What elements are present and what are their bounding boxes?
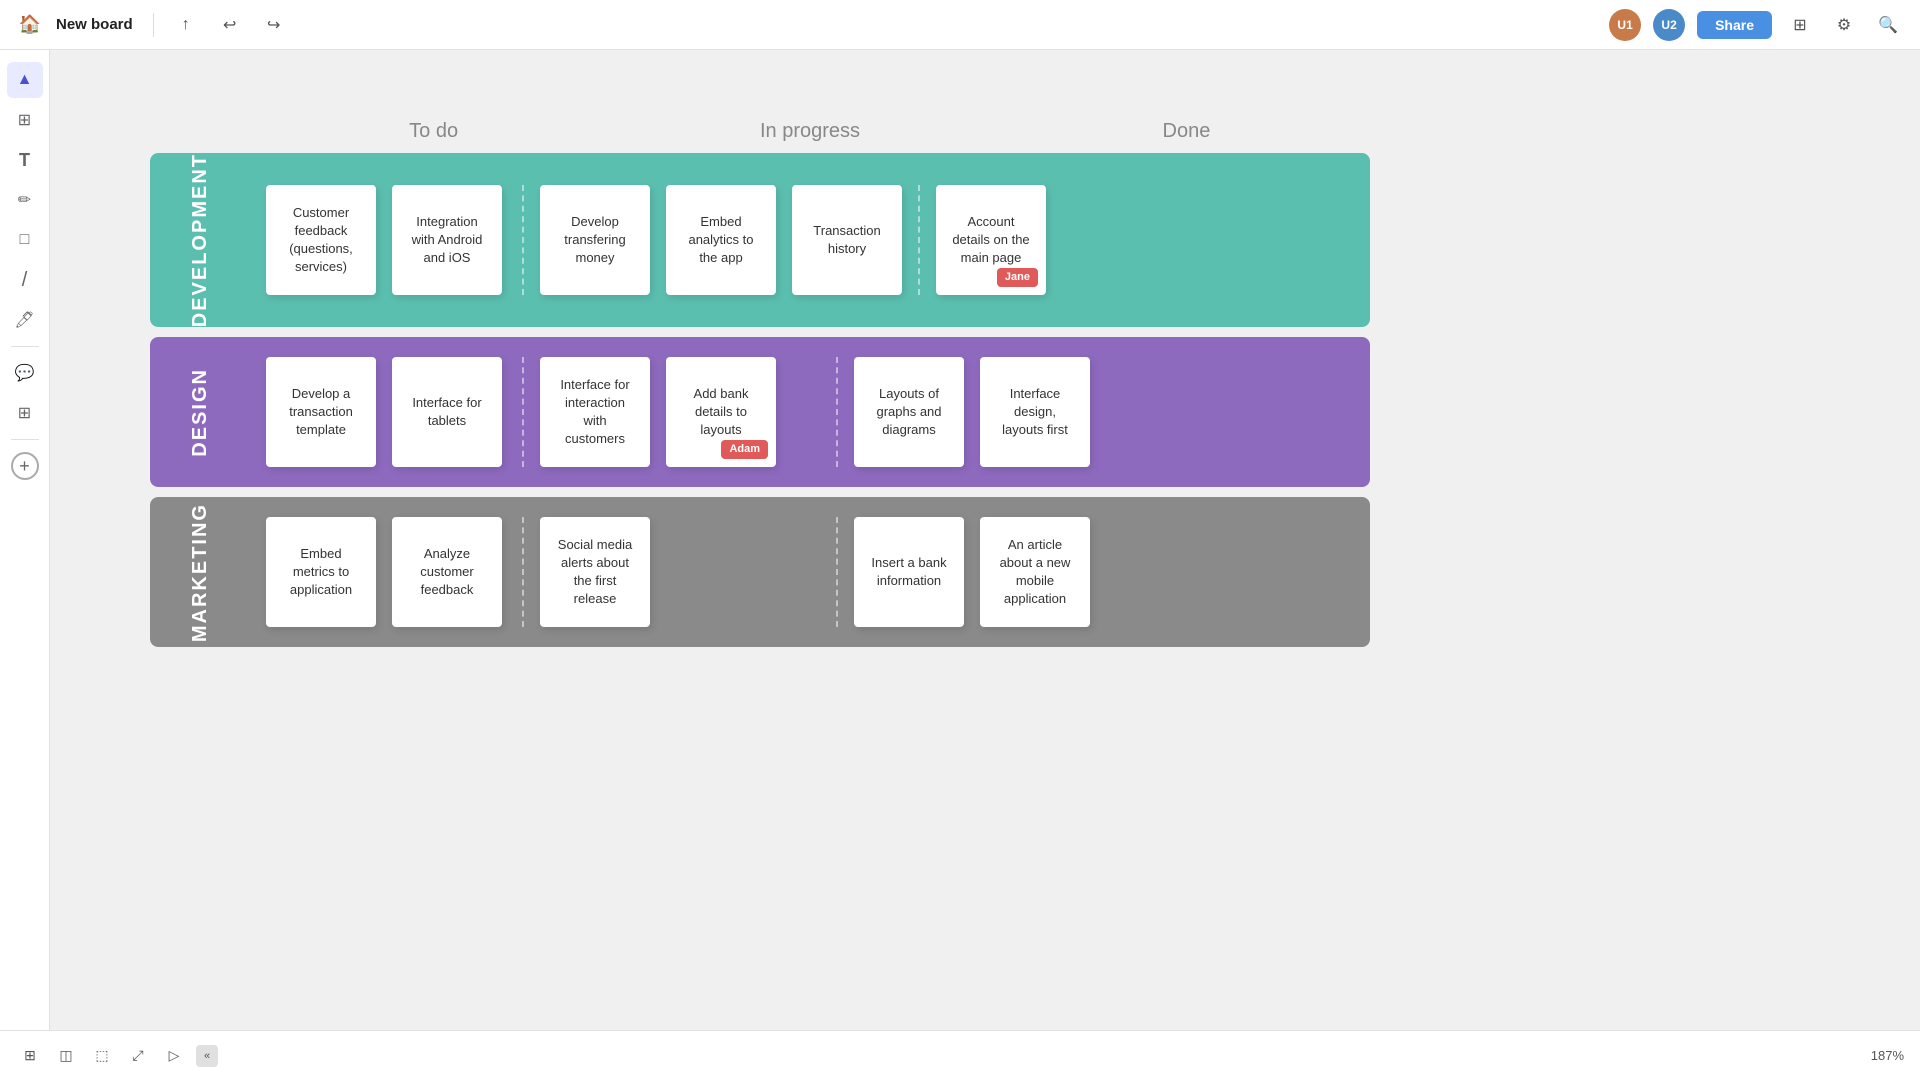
card-design-todo-1[interactable]: Develop a transaction template	[266, 357, 376, 467]
card-dev-inprogress-3[interactable]: Transaction history	[792, 185, 902, 295]
design-todo-section: Develop a transaction template Interface…	[266, 357, 506, 467]
card-marketing-todo-1[interactable]: Embed metrics to application	[266, 517, 376, 627]
divider-design-1	[522, 357, 524, 467]
marker-tool[interactable]: 🖊	[7, 302, 43, 338]
tag-jane: Jane	[997, 268, 1038, 287]
lane-dev-label: Development	[189, 153, 212, 327]
card-marketing-done-2[interactable]: An article about a new mobile applicatio…	[980, 517, 1090, 627]
divider-marketing-1	[522, 517, 524, 627]
design-done-section: Layouts of graphs and diagrams Interface…	[854, 357, 1134, 467]
expand-button[interactable]: ⤢	[124, 1042, 152, 1070]
divider-dev-1	[522, 185, 524, 295]
search-icon[interactable]: 🔍	[1872, 9, 1904, 41]
board: To do In progress Done Development Custo…	[150, 120, 1370, 657]
left-sidebar: ▲ ⊞ T ✏ □ / 🖊 💬 ⊞ +	[0, 50, 50, 1030]
marketing-inprogress-section: Social media alerts about the first rele…	[540, 517, 820, 627]
undo-button[interactable]: ↩	[214, 9, 246, 41]
zoom-level: 187%	[1871, 1048, 1904, 1063]
card-dev-inprogress-1[interactable]: Develop transfering money	[540, 185, 650, 295]
col-header-done: Done	[1003, 120, 1370, 143]
card-marketing-done-1[interactable]: Insert a bank information	[854, 517, 964, 627]
divider-dev-2	[918, 185, 920, 295]
shape-tool[interactable]: □	[7, 222, 43, 258]
frame-insert-button[interactable]: ⬚	[88, 1042, 116, 1070]
line-tool[interactable]: /	[7, 262, 43, 298]
comment-tool[interactable]: 💬	[7, 355, 43, 391]
marketing-todo-section: Embed metrics to application Analyze cus…	[266, 517, 506, 627]
lane-marketing-label: Marketing	[189, 503, 212, 642]
lane-development: Development Customer feedback (questions…	[150, 153, 1370, 327]
component-tool[interactable]: ⊞	[7, 395, 43, 431]
lane-marketing-content: Embed metrics to application Analyze cus…	[250, 497, 1370, 647]
grid-view-button[interactable]: ⊞	[16, 1042, 44, 1070]
card-dev-done-1[interactable]: Account details on the main page Jane	[936, 185, 1046, 295]
bottombar: ⊞ ◫ ⬚ ⤢ ▷ « 187%	[0, 1030, 1920, 1080]
column-headers: To do In progress Done	[250, 120, 1370, 143]
card-design-done-1[interactable]: Layouts of graphs and diagrams	[854, 357, 964, 467]
topbar: 🏠 New board ↑ ↩ ↪ U1 U2 Share ⊞ ⚙ 🔍	[0, 0, 1920, 50]
topbar-right: U1 U2 Share ⊞ ⚙ 🔍	[1609, 9, 1904, 41]
card-dev-todo-1[interactable]: Customer feedback (questions, services)	[266, 185, 376, 295]
marketing-done-section: Insert a bank information An article abo…	[854, 517, 1134, 627]
settings-icon[interactable]: ⚙	[1828, 9, 1860, 41]
card-design-inprogress-1[interactable]: Interface for interaction with customers	[540, 357, 650, 467]
collapse-button[interactable]: «	[196, 1045, 218, 1067]
avatar-user2[interactable]: U2	[1653, 9, 1685, 41]
pen-tool[interactable]: ✏	[7, 182, 43, 218]
card-design-inprogress-2[interactable]: Add bank details to layouts Adam	[666, 357, 776, 467]
lane-dev-label-wrapper: Development	[150, 153, 250, 327]
card-dev-inprogress-2[interactable]: Embed analytics to the app	[666, 185, 776, 295]
tag-adam: Adam	[721, 440, 768, 459]
divider-design-2	[836, 357, 838, 467]
redo-button[interactable]: ↪	[258, 9, 290, 41]
present-button[interactable]: ▷	[160, 1042, 188, 1070]
lane-marketing: Marketing Embed metrics to application A…	[150, 497, 1370, 647]
lane-design-label: Design	[189, 368, 212, 457]
design-inprogress-section: Interface for interaction with customers…	[540, 357, 820, 467]
card-design-todo-2[interactable]: Interface for tablets	[392, 357, 502, 467]
card-marketing-todo-2[interactable]: Analyze customer feedback	[392, 517, 502, 627]
dev-inprogress-section: Develop transfering money Embed analytic…	[540, 185, 902, 295]
divider-marketing-2	[836, 517, 838, 627]
text-tool[interactable]: T	[7, 142, 43, 178]
lane-marketing-label-wrapper: Marketing	[150, 497, 250, 647]
dev-todo-section: Customer feedback (questions, services) …	[266, 185, 506, 295]
select-tool[interactable]: ▲	[7, 62, 43, 98]
home-icon[interactable]: 🏠	[16, 11, 44, 39]
card-dev-todo-2[interactable]: Integration with Android and iOS	[392, 185, 502, 295]
add-tool-button[interactable]: +	[11, 452, 39, 480]
lane-dev-content: Customer feedback (questions, services) …	[250, 153, 1370, 327]
col-header-inprogress: In progress	[617, 120, 1003, 143]
canvas[interactable]: To do In progress Done Development Custo…	[50, 50, 1920, 1030]
templates-icon[interactable]: ⊞	[1784, 9, 1816, 41]
card-design-done-2[interactable]: Interface design, layouts first	[980, 357, 1090, 467]
frame-tool[interactable]: ⊞	[7, 102, 43, 138]
board-title: New board	[56, 16, 133, 33]
col-header-todo: To do	[250, 120, 617, 143]
avatar-user1[interactable]: U1	[1609, 9, 1641, 41]
lane-design-label-wrapper: Design	[150, 337, 250, 487]
export-button[interactable]: ↑	[170, 9, 202, 41]
sidebar-separator	[11, 346, 39, 347]
lane-design: Design Develop a transaction template In…	[150, 337, 1370, 487]
lane-design-content: Develop a transaction template Interface…	[250, 337, 1370, 487]
sticky-note-button[interactable]: ◫	[52, 1042, 80, 1070]
topbar-divider	[153, 13, 154, 37]
dev-done-section: Account details on the main page Jane	[936, 185, 1216, 295]
share-button[interactable]: Share	[1697, 11, 1772, 39]
sidebar-separator2	[11, 439, 39, 440]
card-marketing-inprogress-1[interactable]: Social media alerts about the first rele…	[540, 517, 650, 627]
